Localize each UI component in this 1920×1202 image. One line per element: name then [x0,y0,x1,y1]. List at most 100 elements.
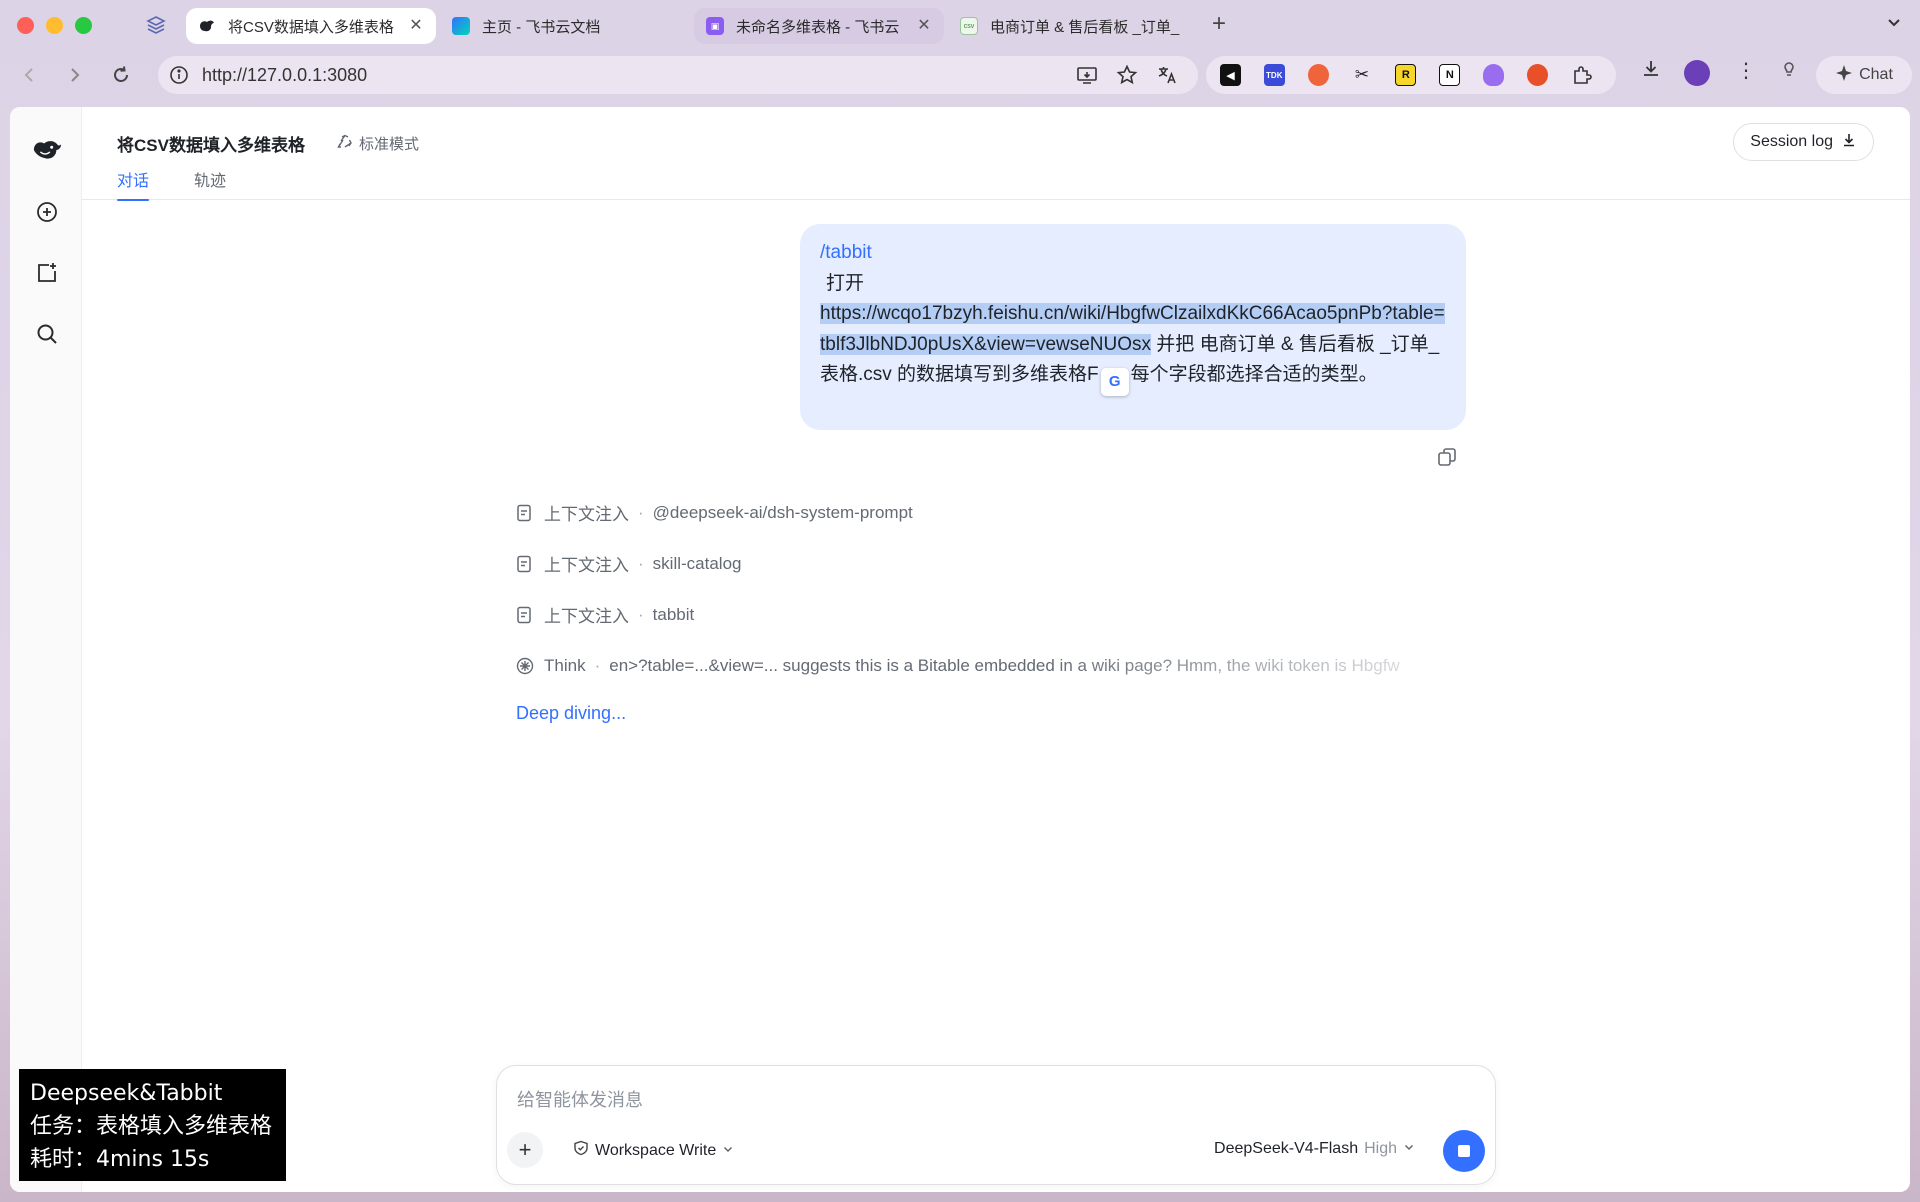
chevron-down-icon [1403,1140,1415,1158]
sparkle-icon [1835,64,1853,87]
user-message-bubble: /tabbit 打开 https://wcqo17bzyh.feishu.cn/… [800,224,1466,430]
tab-trajectory[interactable]: 轨迹 [194,167,226,201]
reload-button[interactable] [106,60,136,90]
csv-file-icon: csv [960,17,978,35]
deepseek-favicon [198,17,216,35]
bookmark-star-icon[interactable] [1116,64,1138,91]
chat-button[interactable]: Chat [1816,56,1912,94]
tab-untitled-bitable[interactable]: ▣ 未命名多维表格 - 飞书云 ✕ [694,8,944,44]
session-log-label: Session log [1750,133,1833,150]
tab-title: 主页 - 飞书云文档 [482,18,601,36]
new-tab-button[interactable]: + [1212,12,1226,36]
tab-csv-task[interactable]: 将CSV数据填入多维表格 ✕ [186,8,436,44]
message-line-open: 打开 [826,272,865,294]
download-icon [1841,132,1857,153]
message-text-b: 每个字段都选择合适的类型。 [1130,364,1378,385]
app-header: 将CSV数据填入多维表格 标准模式 对话 轨迹 Session log [82,107,1910,201]
back-button[interactable] [15,60,45,90]
tab-title: 将CSV数据填入多维表格 [228,18,394,36]
purple-extension-icon[interactable] [1483,64,1505,86]
r-extension-icon[interactable]: R [1395,64,1417,86]
tab-search-chevron-icon[interactable] [1886,14,1902,35]
address-bar[interactable]: http://127.0.0.1:3080 [158,56,1198,94]
deepseek-logo-icon[interactable] [32,135,62,165]
think-icon [516,657,534,675]
step-value: tabbit [652,604,695,624]
agent-steps: 上下文注入 · @deepseek-ai/dsh-system-prompt 上下文… [516,487,1400,691]
step-value: skill-catalog [652,553,742,573]
copy-icon[interactable] [1436,446,1458,468]
tab-title: 电商订单 & 售后看板 _订单_ [990,18,1180,36]
maximize-window-button[interactable] [75,17,92,34]
message-body: https://wcqo17bzyh.feishu.cn/wiki/HbgfwC… [820,299,1446,396]
document-icon [516,504,534,522]
profile-avatar[interactable] [1684,60,1710,86]
tab-csv-file[interactable]: csv 电商订单 & 售后看板 _订单_ [948,8,1198,44]
mode-label: 标准模式 [359,136,420,153]
tdk-extension-icon[interactable]: TDK [1263,64,1285,86]
new-chat-icon[interactable] [32,197,62,227]
step-value: en>?table=...&view=... suggests this is … [609,655,1400,675]
scissors-extension-icon[interactable]: ✂ [1352,64,1373,86]
browser-titlebar: 将CSV数据填入多维表格 ✕ 主页 - 飞书云文档 ▣ 未命名多维表格 - 飞书… [0,0,1920,50]
lightbulb-icon[interactable] [1778,58,1800,80]
tab-title: 未命名多维表格 - 飞书云 [736,18,900,36]
media-extension-icon[interactable]: ◀ [1220,64,1241,86]
step-kind: Think [544,655,586,675]
message-input[interactable]: 给智能体发消息 [517,1086,643,1112]
step-value: @deepseek-ai/dsh-system-prompt [652,502,913,522]
step-context-injection[interactable]: 上下文注入 · @deepseek-ai/dsh-system-prompt [516,487,1400,538]
extensions-bar: ◀ TDK ✂ R N [1206,56,1616,94]
more-menu-icon[interactable]: ⋮ [1736,58,1756,83]
notion-extension-icon[interactable]: N [1439,64,1461,86]
install-app-icon[interactable] [1076,64,1098,91]
mode-indicator[interactable]: 标准模式 [337,133,419,154]
bitable-favicon: ▣ [706,17,724,35]
left-rail [10,107,82,1192]
session-log-button[interactable]: Session log [1733,123,1874,161]
step-context-injection[interactable]: 上下文注入 · skill-catalog [516,538,1400,589]
step-kind: 上下文注入 [544,607,629,626]
message-composer[interactable]: 给智能体发消息 + Workspace Write DeepSeek-V4-Fl… [496,1065,1496,1185]
step-kind: 上下文注入 [544,505,629,524]
recycle-icon [337,134,353,154]
model-name: DeepSeek-V4-Flash [1214,1140,1359,1157]
task-caption-overlay: Deepseek&Tabbit 任务：表格填入多维表格 耗时：4mins 15s [19,1069,286,1181]
download-icon[interactable] [1640,58,1662,80]
view-tabs: 对话 轨迹 [117,167,226,201]
search-icon[interactable] [32,319,62,349]
workspace-selector[interactable]: Workspace Write [573,1140,734,1161]
new-folder-icon[interactable] [32,258,62,288]
stop-generation-button[interactable] [1443,1130,1485,1172]
caption-line: Deepseek&Tabbit [30,1081,223,1106]
stop-icon [1458,1145,1470,1157]
chevron-down-icon [722,1142,734,1160]
step-context-injection[interactable]: 上下文注入 · tabbit [516,589,1400,640]
tab-conversation[interactable]: 对话 [117,167,150,201]
orange-extension-icon[interactable] [1307,64,1329,86]
model-selector[interactable]: DeepSeek-V4-Flash High [1214,1140,1415,1158]
close-window-button[interactable] [17,17,34,34]
tab-groups-icon[interactable] [145,14,167,36]
step-think[interactable]: Think · en>?table=...&view=... suggests th… [516,640,1400,691]
status-text: Deep diving... [516,703,627,723]
workspace-label: Workspace Write [595,1141,717,1159]
url-text[interactable]: http://127.0.0.1:3080 [202,65,367,86]
extensions-puzzle-icon[interactable] [1571,64,1593,86]
close-tab-icon[interactable]: ✕ [916,18,932,34]
slash-command[interactable]: /tabbit [820,238,1446,269]
attach-button[interactable]: + [507,1132,543,1168]
close-tab-icon[interactable]: ✕ [408,18,424,34]
translate-icon[interactable] [1156,64,1178,91]
forward-button[interactable] [59,60,89,90]
chat-label: Chat [1859,66,1893,83]
minimize-window-button[interactable] [46,17,63,34]
caption-line: 任务：表格填入多维表格 [30,1114,273,1139]
page-title: 将CSV数据填入多维表格 [117,136,305,155]
app-window: 将CSV数据填入多维表格 标准模式 对话 轨迹 Session log /tab… [10,107,1910,1192]
site-info-icon[interactable] [168,64,190,86]
document-icon [516,555,534,573]
red-extension-icon[interactable] [1527,64,1548,86]
tab-feishu-home[interactable]: 主页 - 飞书云文档 [440,8,690,44]
google-translate-popup-icon[interactable]: G [1100,368,1129,396]
